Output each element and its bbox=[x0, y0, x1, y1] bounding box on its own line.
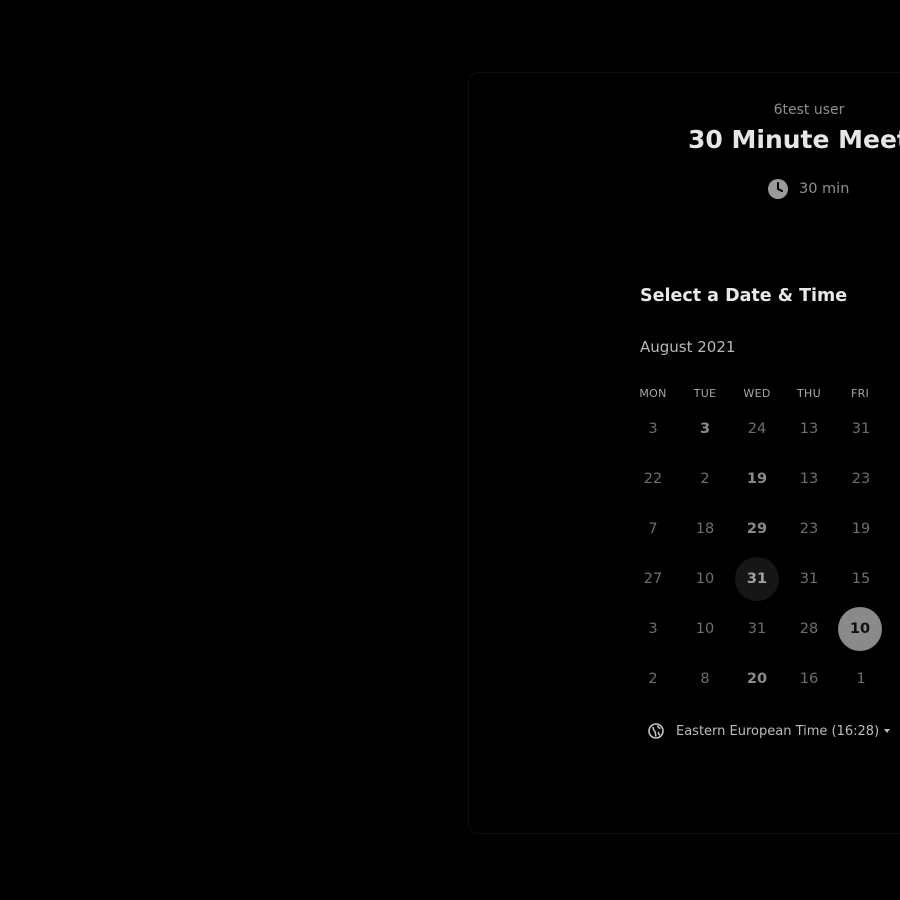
calendar-day-available[interactable]: 3 bbox=[683, 407, 727, 451]
calendar-day: 28 bbox=[799, 621, 819, 637]
caret-down-icon bbox=[884, 729, 891, 733]
calendar-day: 3 bbox=[648, 421, 658, 437]
calendar-day: 31 bbox=[799, 571, 819, 587]
calendar-day: 1 bbox=[856, 671, 866, 687]
calendar-day-selected[interactable]: 10 bbox=[838, 607, 882, 651]
calendar-day: 31 bbox=[747, 621, 767, 637]
calendar-day-available[interactable]: 20 bbox=[735, 657, 779, 701]
weekday-mon: MON bbox=[639, 387, 667, 400]
calendar-day: 7 bbox=[648, 521, 658, 537]
calendar-day: 19 bbox=[851, 521, 871, 537]
timezone-selector[interactable]: Eastern European Time (16:28) bbox=[648, 722, 891, 740]
clock-icon bbox=[767, 178, 789, 200]
calendar-day: 18 bbox=[695, 521, 715, 537]
calendar-day-highlighted[interactable]: 31 bbox=[735, 557, 779, 601]
weekday-tue: TUE bbox=[693, 387, 717, 400]
duration-label: 30 min bbox=[799, 181, 850, 197]
booking-page: 6test user 30 Minute Meeting 30 min Sele… bbox=[0, 0, 900, 900]
calendar-day: 16 bbox=[799, 671, 819, 687]
calendar-day: 2 bbox=[648, 671, 658, 687]
weekday-fri: FRI bbox=[850, 387, 870, 400]
event-duration: 30 min bbox=[767, 178, 849, 200]
calendar-day: 23 bbox=[799, 521, 819, 537]
calendar-day: 3 bbox=[648, 621, 658, 637]
calendar-day: 24 bbox=[747, 421, 767, 437]
month-label: August 2021 bbox=[640, 338, 736, 356]
globe-icon bbox=[648, 723, 664, 739]
calendar-day: 22 bbox=[643, 471, 663, 487]
weekday-thu: THU bbox=[797, 387, 821, 400]
event-title: 30 Minute Meeting bbox=[688, 125, 900, 154]
calendar-day: 8 bbox=[700, 671, 710, 687]
calendar-day: 15 bbox=[851, 571, 871, 587]
weekday-wed: WED bbox=[743, 387, 771, 400]
calendar-day: 10 bbox=[695, 621, 715, 637]
calendar-day: 23 bbox=[851, 471, 871, 487]
calendar-day: 13 bbox=[799, 421, 819, 437]
calendar-day: 10 bbox=[695, 571, 715, 587]
calendar-day: 27 bbox=[643, 571, 663, 587]
calendar-day-available[interactable]: 19 bbox=[735, 457, 779, 501]
select-date-heading: Select a Date & Time bbox=[640, 286, 848, 306]
host-name: 6test user bbox=[773, 102, 845, 118]
calendar-day: 13 bbox=[799, 471, 819, 487]
timezone-label: Eastern European Time (16:28) bbox=[676, 723, 880, 739]
calendar-day-available[interactable]: 29 bbox=[735, 507, 779, 551]
calendar-day: 2 bbox=[700, 471, 710, 487]
calendar-day: 31 bbox=[851, 421, 871, 437]
